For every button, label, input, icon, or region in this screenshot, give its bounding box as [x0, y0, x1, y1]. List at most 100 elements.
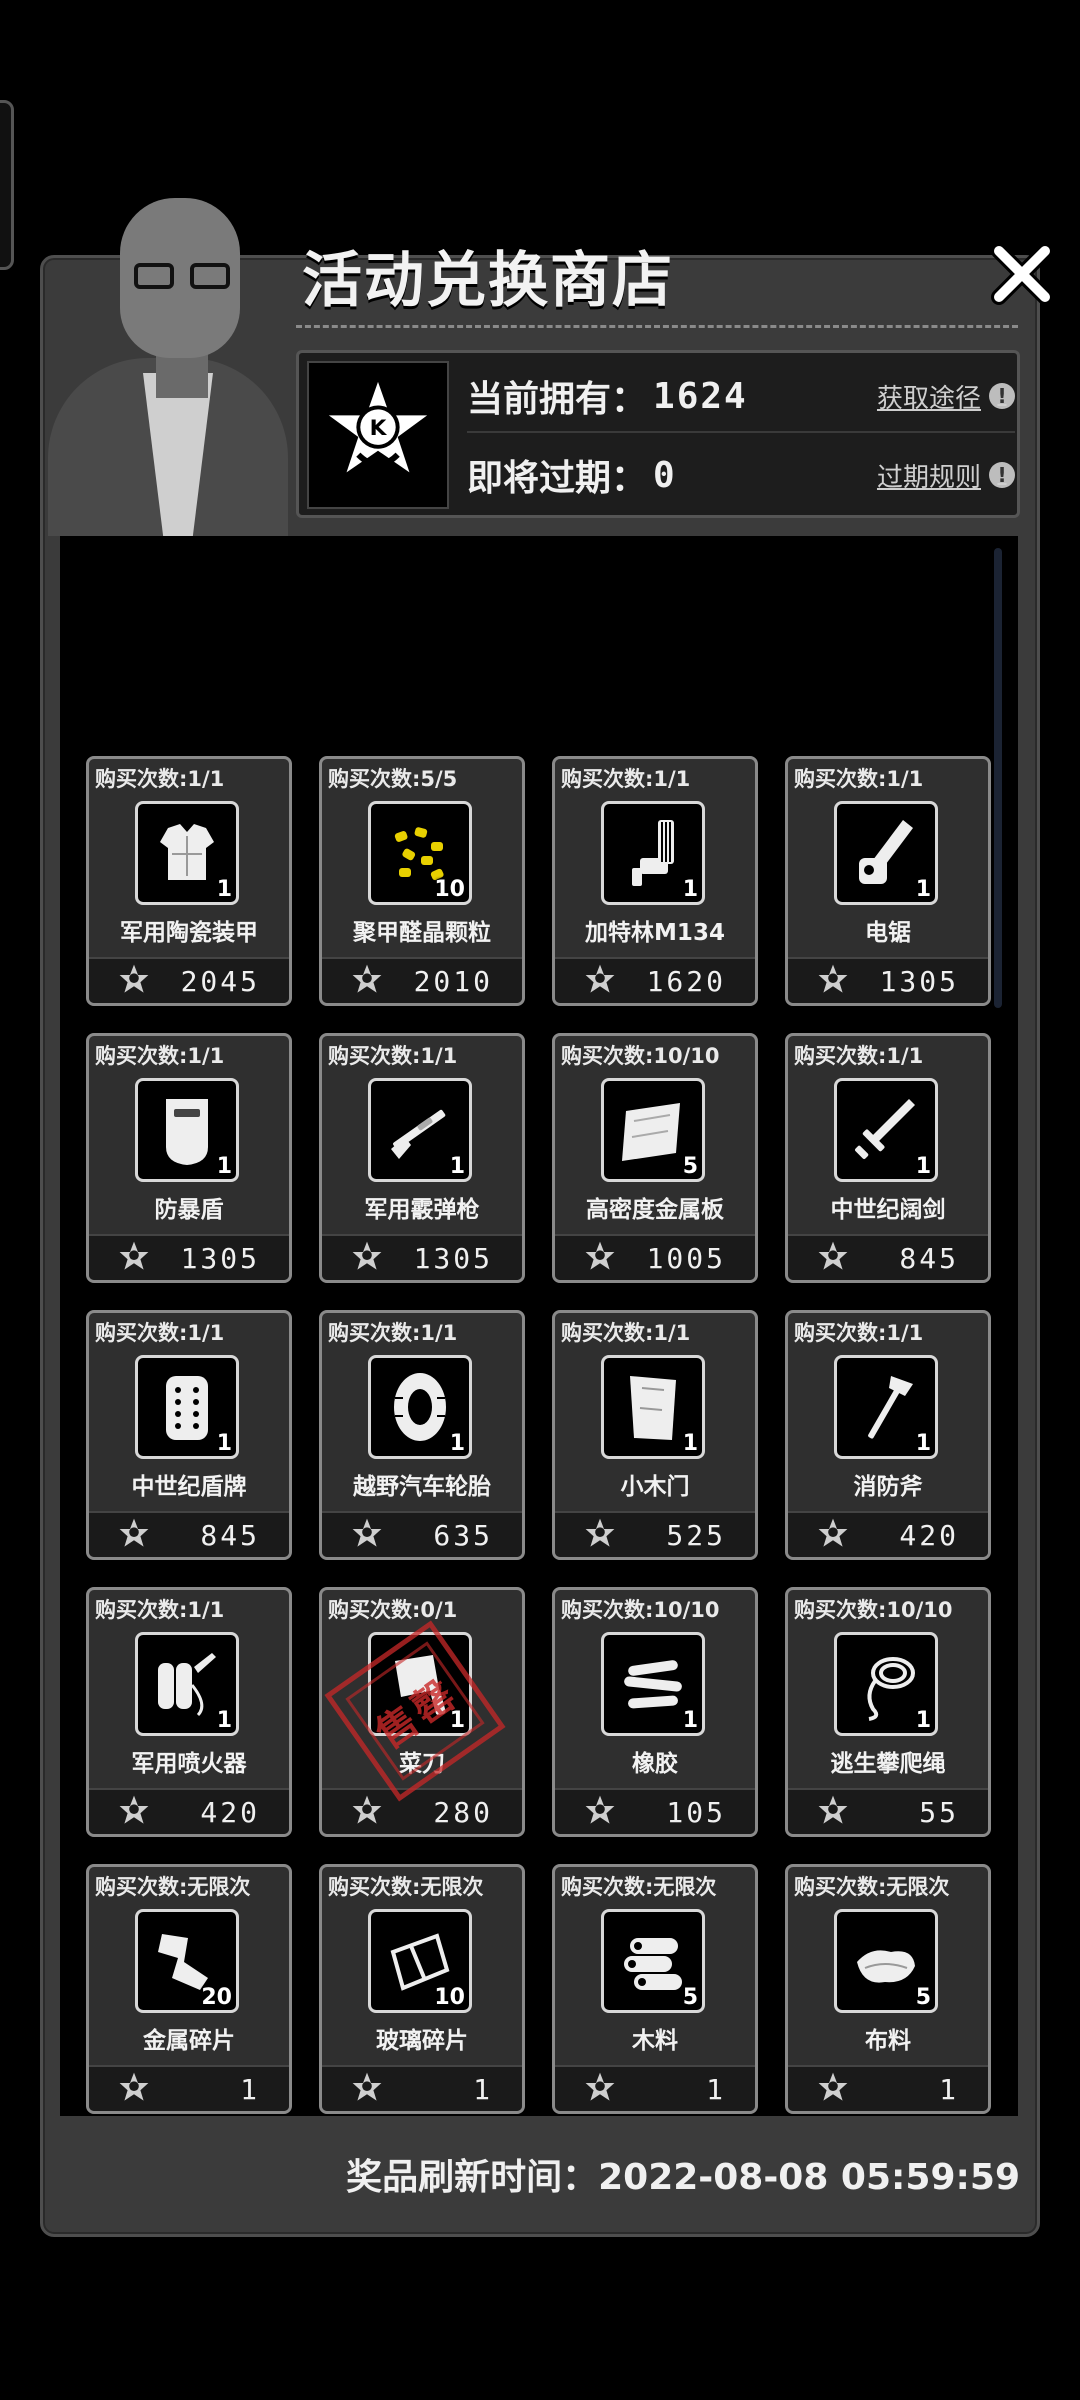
close-icon [991, 243, 1053, 305]
shop-item-card[interactable]: 购买次数:0/1 1 菜刀 280 售罄 [319, 1587, 525, 1837]
currency-icon [118, 963, 150, 999]
shop-item-card[interactable]: 购买次数:1/1 1 加特林M134 1620 [552, 756, 758, 1006]
emblem-letter: K [370, 416, 388, 441]
item-name: 军用喷火器 [131, 1751, 247, 1777]
currency-icon [584, 963, 616, 999]
shop-item-card[interactable]: 购买次数:10/10 1 逃生攀爬绳 55 [785, 1587, 991, 1837]
item-price: 1 [706, 2072, 726, 2106]
price-bar: 845 [89, 1511, 289, 1557]
item-name: 橡胶 [632, 1751, 678, 1777]
item-icon-frame: 10 [368, 1909, 472, 2013]
item-price: 1 [939, 2072, 959, 2106]
shop-item-card[interactable]: 购买次数:10/10 1 橡胶 105 [552, 1587, 758, 1837]
flamethrower-icon [158, 1653, 216, 1717]
item-name: 电锯 [865, 920, 911, 946]
shop-item-card[interactable]: 购买次数:10/10 5 高密度金属板 1005 [552, 1033, 758, 1283]
item-price: 280 [433, 1795, 493, 1829]
shop-item-card[interactable]: 购买次数:1/1 1 军用霰弹枪 1305 [319, 1033, 525, 1283]
shop-item-card[interactable]: 购买次数:1/1 1 军用喷火器 420 [86, 1587, 292, 1837]
shop-item-card[interactable]: 购买次数:1/1 1 中世纪阔剑 845 [785, 1033, 991, 1283]
item-price: 1620 [646, 964, 726, 998]
shop-item-card[interactable]: 购买次数:1/1 1 军用陶瓷装甲 2045 [86, 756, 292, 1006]
item-icon-frame: 20 [135, 1909, 239, 2013]
info-icon: ! [989, 462, 1015, 488]
shop-item-card[interactable]: 购买次数:无限次 10 玻璃碎片 1 [319, 1864, 525, 2114]
item-name: 加特林M134 [585, 920, 725, 946]
expiring-label: 即将过期： [467, 458, 648, 499]
item-icon-frame: 1 [834, 801, 938, 905]
item-icon-frame: 1 [135, 1632, 239, 1736]
shop-item-card[interactable]: 购买次数:无限次 5 木料 1 [552, 1864, 758, 2114]
price-bar: 1305 [89, 1234, 289, 1280]
currency-box: K 当前拥有： 1624 获取途径 ! 即将过期： 0 过期规则 ! [296, 350, 1020, 518]
item-quantity: 10 [434, 1985, 465, 2010]
purchase-limit: 购买次数:1/1 [95, 767, 225, 791]
obtain-method-link[interactable]: 获取途径 ! [877, 378, 1015, 415]
close-button[interactable] [984, 236, 1060, 312]
purchase-limit: 购买次数:1/1 [561, 1321, 691, 1345]
shop-item-card[interactable]: 购买次数:1/1 1 中世纪盾牌 845 [86, 1310, 292, 1560]
purchase-limit: 购买次数:无限次 [561, 1875, 717, 1899]
price-bar: 1305 [788, 957, 988, 1003]
shop-item-card[interactable]: 购买次数:1/1 1 电锯 1305 [785, 756, 991, 1006]
item-quantity: 1 [682, 1431, 698, 1456]
item-icon-frame: 5 [601, 1909, 705, 2013]
item-name: 聚甲醛晶颗粒 [353, 920, 491, 946]
currency-icon [817, 1517, 849, 1553]
shop-item-card[interactable]: 购买次数:1/1 1 防暴盾 1305 [86, 1033, 292, 1283]
item-quantity: 1 [915, 1431, 931, 1456]
fire-axe-icon [868, 1376, 913, 1439]
list-scrollbar[interactable] [994, 548, 1002, 1008]
price-bar: 420 [788, 1511, 988, 1557]
item-quantity: 1 [449, 1154, 465, 1179]
item-price: 55 [919, 1795, 959, 1829]
purchase-limit: 购买次数:5/5 [328, 767, 458, 791]
purchase-limit: 购买次数:1/1 [794, 1321, 924, 1345]
shop-item-list[interactable]: 购买次数:1/1 1 军用陶瓷装甲 2045 购买次数:5/5 10 聚甲醛晶颗粒 2010 购… [60, 536, 1018, 2116]
shop-item-card[interactable]: 购买次数:5/5 10 聚甲醛晶颗粒 2010 [319, 756, 525, 1006]
currency-icon [817, 2071, 849, 2107]
expiry-rules-link[interactable]: 过期规则 ! [877, 457, 1015, 494]
currency-icon [118, 2071, 150, 2107]
tire-icon [394, 1373, 446, 1441]
item-quantity: 1 [915, 877, 931, 902]
currency-icon [118, 1794, 150, 1830]
item-name: 中世纪阔剑 [830, 1197, 946, 1223]
item-price: 420 [200, 1795, 260, 1829]
expiry-rules-label: 过期规则 [876, 462, 981, 493]
shop-item-card[interactable]: 购买次数:无限次 20 金属碎片 1 [86, 1864, 292, 2114]
item-name: 逃生攀爬绳 [830, 1751, 946, 1777]
item-icon-frame: 1 [834, 1632, 938, 1736]
owned-value: 1624 [653, 375, 748, 417]
item-name: 消防斧 [853, 1474, 923, 1500]
currency-icon [118, 1240, 150, 1276]
item-price: 1 [473, 2072, 493, 2106]
shop-item-card[interactable]: 购买次数:1/1 1 消防斧 420 [785, 1310, 991, 1560]
item-quantity: 5 [915, 1985, 931, 2010]
item-quantity: 1 [682, 877, 698, 902]
rope-icon [867, 1657, 915, 1721]
purchase-limit: 购买次数:1/1 [95, 1321, 225, 1345]
price-bar: 280 [322, 1788, 522, 1834]
item-price: 1305 [879, 964, 959, 998]
item-icon-frame: 1 [135, 1355, 239, 1459]
riot-shield-icon [166, 1099, 208, 1165]
expiring-value: 0 [653, 454, 677, 496]
purchase-limit: 购买次数:0/1 [328, 1598, 458, 1622]
item-icon-frame: 1 [601, 801, 705, 905]
currency-icon [584, 1517, 616, 1553]
shop-item-card[interactable]: 购买次数:1/1 1 越野汽车轮胎 635 [319, 1310, 525, 1560]
item-quantity: 10 [434, 877, 465, 902]
item-icon-frame: 10 [368, 801, 472, 905]
sold-out-stamp-text: 售罄 [368, 1670, 467, 1759]
shop-item-card[interactable]: 购买次数:无限次 5 布料 1 [785, 1864, 991, 2114]
item-price: 845 [200, 1518, 260, 1552]
price-bar: 2010 [322, 957, 522, 1003]
item-quantity: 1 [449, 1431, 465, 1456]
chainsaw-icon [859, 820, 913, 884]
title-divider [296, 325, 1018, 328]
item-grid: 购买次数:1/1 1 军用陶瓷装甲 2045 购买次数:5/5 10 聚甲醛晶颗粒 2010 购… [86, 756, 991, 2114]
page-title: 活动兑换商店 [302, 246, 674, 316]
gatling-icon [632, 820, 674, 886]
shop-item-card[interactable]: 购买次数:1/1 1 小木门 525 [552, 1310, 758, 1560]
